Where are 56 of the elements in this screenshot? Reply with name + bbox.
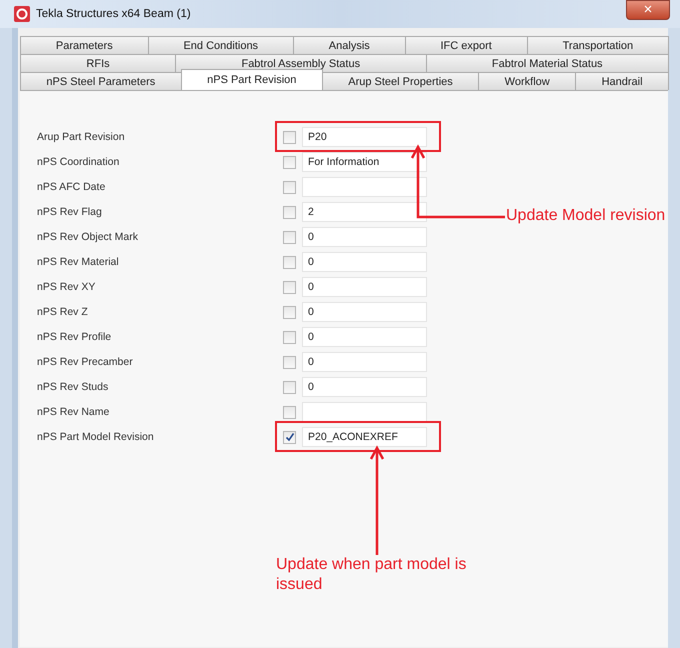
tab[interactable]: Arup Steel Properties xyxy=(322,72,480,90)
text-field[interactable] xyxy=(302,402,427,422)
text-field[interactable]: 0 xyxy=(302,352,427,372)
callout-text: Update Model revision xyxy=(506,207,666,225)
checkbox[interactable] xyxy=(283,430,296,444)
text-field[interactable]: 0 xyxy=(302,277,427,297)
field-label: nPS Rev Precamber xyxy=(37,356,134,368)
text-field[interactable]: 0 xyxy=(302,327,427,347)
checkbox[interactable] xyxy=(283,130,296,144)
tab[interactable]: nPS Steel Parameters xyxy=(20,72,182,90)
tab[interactable]: RFIs xyxy=(20,54,176,72)
checkbox[interactable] xyxy=(283,156,296,168)
text-field[interactable]: 0 xyxy=(302,302,427,322)
text-field[interactable]: 0 xyxy=(302,252,427,272)
checkbox[interactable] xyxy=(283,280,296,294)
field-label: nPS Part Model Revision xyxy=(37,431,155,443)
tab[interactable]: Handrail xyxy=(575,72,669,90)
field-label: nPS AFC Date xyxy=(37,181,106,193)
callout-text: Update when part model is issued xyxy=(276,555,468,595)
tab[interactable]: IFC export xyxy=(404,36,528,54)
tab[interactable]: Parameters xyxy=(20,36,149,54)
window-title: Tekla Structures x64 Beam (1) xyxy=(36,8,192,20)
text-field[interactable]: P20_ACONEXREF xyxy=(302,427,427,447)
tab[interactable]: Workflow xyxy=(478,72,576,90)
field-label: nPS Rev Object Mark xyxy=(37,231,139,243)
app-logo-icon xyxy=(14,6,30,22)
field-label: nPS Rev Name xyxy=(37,406,110,418)
tab[interactable]: Transportation xyxy=(526,36,669,54)
checkbox[interactable] xyxy=(283,306,296,318)
field-label: nPS Rev Profile xyxy=(37,331,112,343)
text-field[interactable] xyxy=(302,177,427,197)
tab[interactable]: End Conditions xyxy=(148,36,294,54)
field-label: nPS Rev Material xyxy=(37,256,120,268)
field-label: nPS Rev XY xyxy=(37,281,96,293)
field-label: nPS Rev Flag xyxy=(37,206,103,218)
checkbox[interactable] xyxy=(283,330,296,344)
text-field[interactable]: For Information xyxy=(302,152,427,172)
text-field[interactable]: P20 xyxy=(302,127,427,147)
tab[interactable]: Fabtrol Assembly Status xyxy=(175,54,426,72)
tab[interactable]: Fabtrol Material Status xyxy=(426,54,669,72)
checkbox[interactable] xyxy=(283,206,296,218)
text-field[interactable]: 0 xyxy=(302,227,427,247)
field-label: nPS Coordination xyxy=(37,156,120,168)
checkbox[interactable] xyxy=(283,180,296,194)
checkbox[interactable] xyxy=(283,230,296,244)
tab[interactable]: Analysis xyxy=(292,36,406,54)
checkbox[interactable] xyxy=(283,356,296,368)
checkbox[interactable] xyxy=(283,406,296,418)
text-field[interactable]: 2 xyxy=(302,202,427,222)
checkbox[interactable] xyxy=(283,380,296,394)
field-label: Arup Part Revision xyxy=(37,131,126,143)
field-label: nPS Rev Studs xyxy=(37,381,110,393)
text-field[interactable]: 0 xyxy=(302,377,427,397)
tab[interactable]: nPS Part Revision xyxy=(180,69,323,90)
field-label: nPS Rev Z xyxy=(37,306,89,318)
checkbox[interactable] xyxy=(283,256,296,268)
